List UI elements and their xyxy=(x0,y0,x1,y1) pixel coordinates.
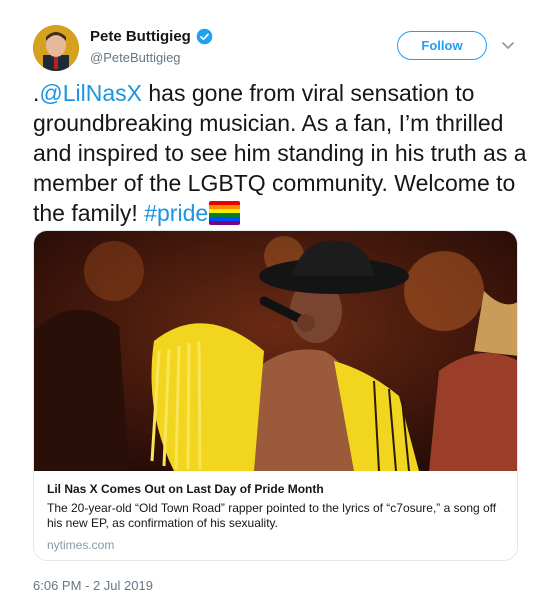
tweet-timestamp[interactable]: 6:06 PM - 2 Jul 2019 xyxy=(33,578,153,593)
card-description: The 20-year-old “Old Town Road” rapper p… xyxy=(47,501,497,530)
card-title[interactable]: Lil Nas X Comes Out on Last Day of Pride… xyxy=(47,482,324,496)
avatar-image xyxy=(33,25,79,71)
mention-link[interactable]: @LilNasX xyxy=(39,80,142,106)
rainbow-flag-icon xyxy=(209,201,241,225)
author-handle[interactable]: @PeteButtigieg xyxy=(90,50,181,65)
follow-button[interactable]: Follow xyxy=(397,31,487,60)
tweet: Pete Buttigieg @PeteButtigieg Follow .@L… xyxy=(0,0,550,602)
verified-badge-icon xyxy=(196,28,213,45)
display-name[interactable]: Pete Buttigieg xyxy=(90,28,191,45)
hashtag-link[interactable]: #pride xyxy=(144,200,208,226)
chevron-down-icon[interactable] xyxy=(500,38,516,54)
card-image[interactable] xyxy=(34,231,518,471)
author-name-row: Pete Buttigieg xyxy=(90,28,213,45)
link-card[interactable]: Lil Nas X Comes Out on Last Day of Pride… xyxy=(33,230,518,561)
card-domain: nytimes.com xyxy=(47,538,115,552)
avatar[interactable] xyxy=(33,25,79,71)
tweet-text: .@LilNasX has gone from viral sensation … xyxy=(33,80,527,226)
